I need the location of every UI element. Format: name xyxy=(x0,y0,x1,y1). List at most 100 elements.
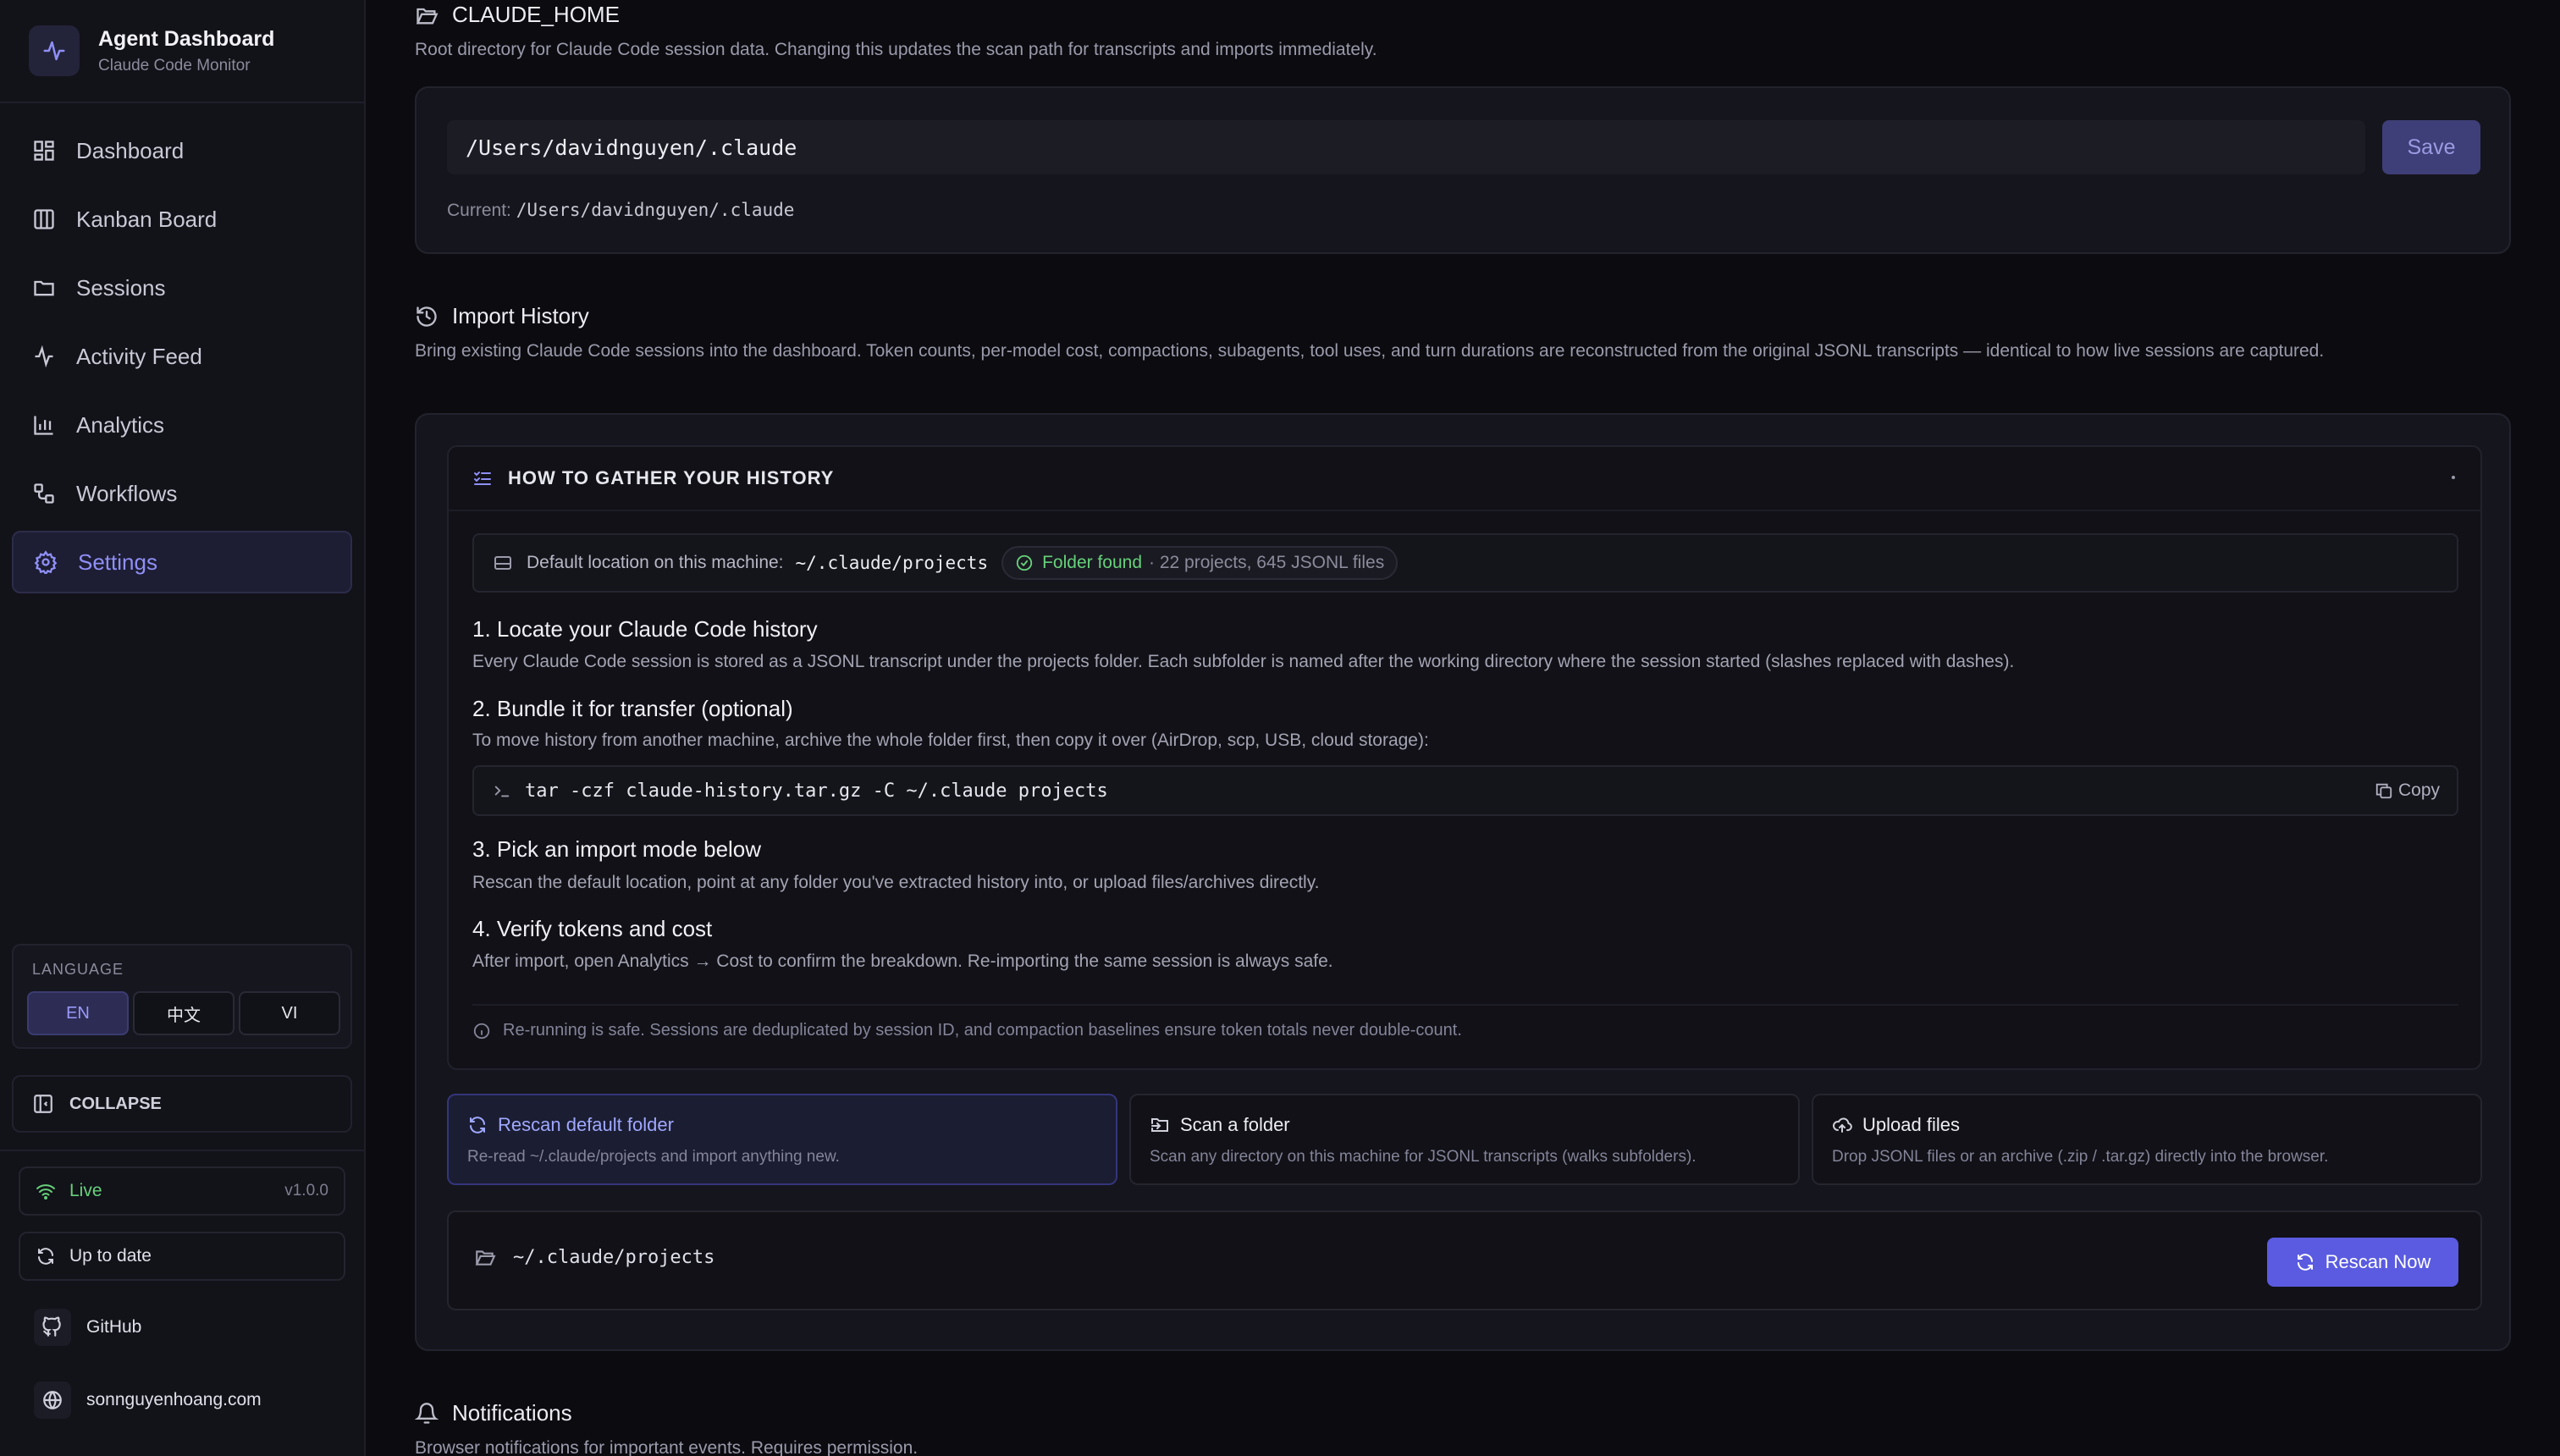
import-history-heading: Import History xyxy=(415,303,589,329)
safety-note: Re-running is safe. Sessions are dedupli… xyxy=(472,1021,1462,1040)
brand-title: Agent Dashboard xyxy=(98,26,275,51)
step-1-title: 1. Locate your Claude Code history xyxy=(472,616,818,642)
command-block: tar -czf claude-history.tar.gz -C ~/.cla… xyxy=(472,765,2458,816)
hard-drive-icon xyxy=(494,556,511,570)
live-status: Live v1.0.0 xyxy=(19,1166,345,1216)
sidebar-item-label: Dashboard xyxy=(76,137,185,163)
live-label: Live xyxy=(69,1181,102,1200)
folder-found-counts: · 22 projects, 645 JSONL files xyxy=(1149,553,1385,572)
sidebar-item-workflows[interactable]: Workflows xyxy=(12,462,352,525)
app-root: Agent Dashboard Claude Code Monitor Dash… xyxy=(0,0,2560,1456)
default-location-path: ~/.claude/projects xyxy=(795,553,989,573)
terminal-icon xyxy=(494,786,510,797)
rescan-path: ~/.claude/projects xyxy=(474,1246,714,1268)
step-1-text: Every Claude Code session is stored as a… xyxy=(472,652,2015,671)
sidebar-item-settings[interactable]: Settings xyxy=(12,531,352,593)
language-selector: LANGUAGE EN 中文 VI xyxy=(12,944,352,1049)
import-history-description: Bring existing Claude Code sessions into… xyxy=(415,341,2325,361)
sidebar-item-dashboard[interactable]: Dashboard xyxy=(12,119,352,182)
claude-home-description: Root directory for Claude Code session d… xyxy=(415,40,1377,59)
panel-collapse-icon xyxy=(34,1095,52,1113)
folder-open-icon xyxy=(475,1250,496,1266)
brand[interactable]: Agent Dashboard Claude Code Monitor xyxy=(29,25,274,76)
folder-icon xyxy=(34,280,54,296)
mode-title: Scan a folder xyxy=(1180,1114,1290,1135)
copy-button[interactable]: Copy xyxy=(2375,780,2440,801)
howto-divider xyxy=(449,510,2480,511)
mode-title: Rescan default folder xyxy=(498,1114,674,1135)
refresh-icon xyxy=(2297,1254,2313,1271)
gear-icon xyxy=(34,550,58,574)
refresh-icon xyxy=(38,1248,53,1265)
folder-input-icon xyxy=(1151,1118,1168,1132)
claude-home-input[interactable] xyxy=(447,120,2365,174)
sidebar-item-analytics[interactable]: Analytics xyxy=(12,394,352,456)
howto-footer-divider xyxy=(472,1004,2458,1006)
folder-found-label: Folder found xyxy=(1042,553,1143,572)
folder-found-badge: Folder found · 22 projects, 645 JSONL fi… xyxy=(1001,546,1399,580)
workflow-icon xyxy=(34,483,54,504)
github-label: GitHub xyxy=(86,1317,142,1337)
step-4-text: After import, open Analytics → Cost to c… xyxy=(472,951,1333,971)
sidebar-divider xyxy=(0,102,364,103)
rescan-now-button[interactable]: Rescan Now xyxy=(2267,1238,2458,1287)
sidebar-item-label: Settings xyxy=(78,549,157,575)
rescan-now-label: Rescan Now xyxy=(2325,1251,2431,1272)
sidebar-divider xyxy=(0,1150,364,1151)
claude-home-card: Save Current: /Users/davidnguyen/.claude xyxy=(415,86,2511,254)
check-circle-icon xyxy=(1016,554,1033,571)
collapse-dot-icon[interactable] xyxy=(2452,476,2455,479)
sidebar-item-sessions[interactable]: Sessions xyxy=(12,256,352,319)
mode-upload-files[interactable]: Upload files Drop JSONL files or an arch… xyxy=(1812,1094,2482,1185)
globe-icon xyxy=(34,1382,71,1419)
current-path: Current: /Users/davidnguyen/.claude xyxy=(447,200,794,221)
copy-icon xyxy=(2375,783,2392,799)
claude-home-heading: CLAUDE_HOME xyxy=(415,2,620,28)
activity-icon xyxy=(35,345,53,368)
claude-home-title: CLAUDE_HOME xyxy=(452,2,620,27)
sidebar-item-kanban-board[interactable]: Kanban Board xyxy=(12,188,352,251)
language-en-button[interactable]: EN xyxy=(27,991,129,1035)
command-text: tar -czf claude-history.tar.gz -C ~/.cla… xyxy=(525,780,1108,802)
github-icon xyxy=(34,1309,71,1346)
activity-logo-icon xyxy=(29,25,80,76)
language-title: LANGUAGE xyxy=(32,961,124,978)
list-checks-icon xyxy=(474,472,491,485)
grid-icon xyxy=(34,141,54,161)
sidebar-item-label: Workflows xyxy=(76,480,178,506)
wifi-icon xyxy=(36,1184,55,1200)
sidebar: Agent Dashboard Claude Code Monitor Dash… xyxy=(0,0,366,1456)
howto-header[interactable]: HOW TO GATHER YOUR HISTORY xyxy=(472,467,834,489)
settings-main: CLAUDE_HOME Root directory for Claude Co… xyxy=(366,0,2560,1456)
brand-subtitle: Claude Code Monitor xyxy=(98,56,251,74)
mode-scan-folder[interactable]: Scan a folder Scan any directory on this… xyxy=(1129,1094,1800,1185)
howto-title: HOW TO GATHER YOUR HISTORY xyxy=(508,467,835,488)
safety-note-text: Re-running is safe. Sessions are dedupli… xyxy=(503,1021,1462,1040)
github-link[interactable]: GitHub xyxy=(34,1309,141,1346)
website-link[interactable]: sonnguyenhoang.com xyxy=(34,1382,262,1419)
rescan-panel: ~/.claude/projects Rescan Now xyxy=(447,1211,2482,1310)
bar-chart-icon xyxy=(34,416,53,435)
import-history-title: Import History xyxy=(452,303,589,328)
collapse-sidebar-button[interactable]: COLLAPSE xyxy=(12,1075,352,1133)
sidebar-item-activity-feed[interactable]: Activity Feed xyxy=(12,325,352,388)
sidebar-item-label: Activity Feed xyxy=(76,343,202,369)
step-2-text: To move history from another machine, ar… xyxy=(472,731,1429,750)
mode-rescan-default[interactable]: Rescan default folder Re-read ~/.claude/… xyxy=(447,1094,1117,1185)
language-zh-button[interactable]: 中文 xyxy=(133,991,234,1035)
history-icon xyxy=(417,306,437,327)
save-button[interactable]: Save xyxy=(2382,120,2480,174)
update-status-button[interactable]: Up to date xyxy=(19,1232,345,1281)
language-vi-button[interactable]: VI xyxy=(239,991,340,1035)
current-label: Current: xyxy=(447,201,511,220)
mode-description: Drop JSONL files or an archive (.zip / .… xyxy=(1832,1148,2329,1166)
info-icon xyxy=(473,1023,490,1039)
folder-open-icon xyxy=(416,8,439,24)
step-2-title: 2. Bundle it for transfer (optional) xyxy=(472,696,793,721)
notifications-title: Notifications xyxy=(452,1400,572,1426)
cloud-upload-icon xyxy=(1833,1117,1852,1133)
refresh-icon xyxy=(470,1117,485,1133)
rescan-path-value: ~/.claude/projects xyxy=(513,1246,715,1268)
mode-description: Scan any directory on this machine for J… xyxy=(1150,1148,1697,1166)
sidebar-item-label: Kanban Board xyxy=(76,206,218,232)
